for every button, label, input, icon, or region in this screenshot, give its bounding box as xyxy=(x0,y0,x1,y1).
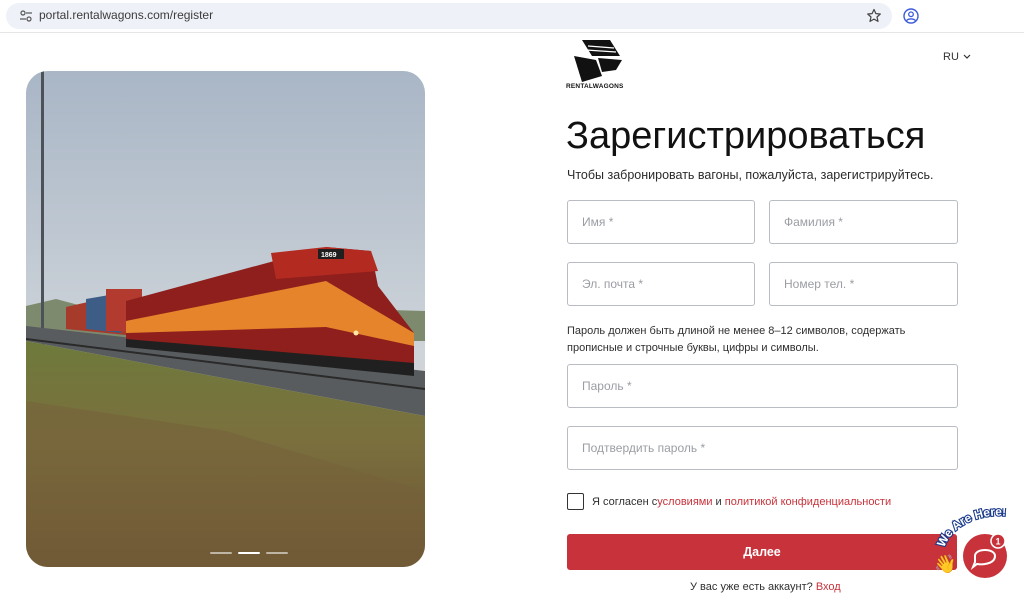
last-name-input[interactable] xyxy=(770,201,957,243)
login-prompt: У вас уже есть аккаунт? Вход xyxy=(690,581,841,593)
first-name-field[interactable] xyxy=(567,200,755,244)
confirm-password-input[interactable] xyxy=(568,427,957,469)
browser-toolbar: portal.rentalwagons.com/register xyxy=(0,0,1024,33)
email-field[interactable] xyxy=(567,262,755,306)
phone-input[interactable] xyxy=(770,263,957,305)
locomotive-number: 1869 xyxy=(321,252,337,259)
bookmark-star-icon[interactable] xyxy=(865,7,883,25)
next-button[interactable]: Далее xyxy=(567,534,957,570)
password-field[interactable] xyxy=(567,364,958,408)
have-account-text: У вас уже есть аккаунт? xyxy=(690,581,816,593)
language-label: RU xyxy=(943,51,959,63)
chevron-down-icon xyxy=(963,54,971,59)
chat-widget[interactable]: We Are Here! 👋 1 xyxy=(930,508,1024,594)
carousel-dot[interactable] xyxy=(210,552,232,554)
site-settings-icon[interactable] xyxy=(19,9,33,23)
language-selector[interactable]: RU xyxy=(943,51,971,63)
carousel-indicators xyxy=(210,552,288,554)
url-text[interactable]: portal.rentalwagons.com/register xyxy=(39,8,213,22)
carousel-dot[interactable] xyxy=(266,552,288,554)
phone-field[interactable] xyxy=(769,262,958,306)
terms-agreement: Я согласен с условиями и политикой конфи… xyxy=(567,493,891,510)
hero-photo-carousel: 1869 xyxy=(26,71,425,567)
terms-checkbox[interactable] xyxy=(567,493,584,510)
last-name-field[interactable] xyxy=(769,200,958,244)
address-bar[interactable]: portal.rentalwagons.com/register xyxy=(6,3,892,29)
page-subtitle: Чтобы забронировать вагоны, пожалуйста, … xyxy=(567,168,934,182)
waving-hand-icon: 👋 xyxy=(934,554,956,575)
badge-count: 1 xyxy=(996,537,1001,547)
password-hint: Пароль должен быть длиной не менее 8–12 … xyxy=(567,325,906,354)
agree-and: и xyxy=(712,495,725,508)
login-link[interactable]: Вход xyxy=(816,581,841,593)
privacy-policy-link[interactable]: политикой конфиденциальности xyxy=(725,496,891,508)
agree-prefix: Я согласен с xyxy=(592,495,658,508)
carousel-dot-active[interactable] xyxy=(238,552,260,554)
train-photo: 1869 xyxy=(26,71,425,567)
terms-link[interactable]: условиями xyxy=(657,496,712,508)
logo-wordmark: RENTALWAGONS xyxy=(566,83,624,90)
profile-icon[interactable] xyxy=(902,7,920,25)
page-title: Зарегистрироваться xyxy=(566,115,926,157)
password-input[interactable] xyxy=(568,365,957,407)
first-name-input[interactable] xyxy=(568,201,754,243)
email-input[interactable] xyxy=(568,263,754,305)
confirm-password-field[interactable] xyxy=(567,426,958,470)
